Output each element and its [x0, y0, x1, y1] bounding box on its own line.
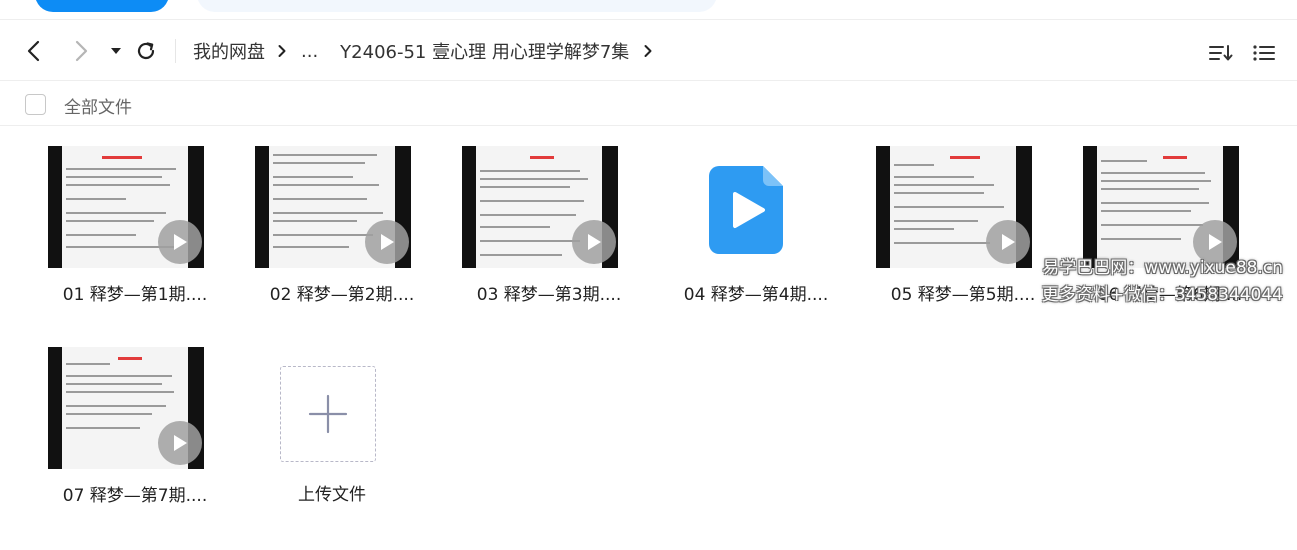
search-input[interactable] [197, 0, 717, 12]
upload-primary-button[interactable] [35, 0, 169, 12]
select-bar: 全部文件 [0, 82, 1297, 126]
file-card-video[interactable]: 02 释梦—第2期.... [247, 126, 437, 306]
breadcrumb-root[interactable]: 我的网盘 [193, 38, 265, 64]
select-all-checkbox[interactable] [25, 94, 46, 115]
play-icon [158, 220, 202, 264]
chevron-right-icon [277, 44, 287, 58]
navigation-bar: 我的网盘 ... Y2406-51 壹心理 用心理学解梦7集 [0, 21, 1297, 81]
file-name: 03 释梦—第3期.... [476, 285, 622, 305]
video-thumbnail [462, 146, 618, 268]
refresh-icon [137, 42, 155, 60]
forward-button[interactable] [67, 37, 95, 65]
watermark-line1: 易学巴巴网：www.yixue88.cn [1042, 258, 1283, 278]
upload-file-card[interactable]: 上传文件 [237, 344, 427, 524]
file-name: 02 释梦—第2期.... [269, 285, 415, 305]
nav-divider [175, 39, 176, 63]
file-name: 04 释梦—第4期.... [683, 285, 829, 305]
file-card-video[interactable]: 07 释梦—第7期.... [40, 327, 230, 507]
video-file-icon [707, 164, 785, 260]
video-thumbnail [48, 146, 204, 268]
play-icon [986, 220, 1030, 264]
list-view-button[interactable] [1251, 41, 1277, 65]
file-grid: 01 释梦—第1期.... 02 释梦—第2期.... 03 释梦—第3期...… [0, 126, 1297, 550]
history-dropdown-button[interactable] [102, 37, 130, 65]
play-icon [572, 220, 616, 264]
sort-icon [1209, 45, 1233, 61]
video-thumbnail [1083, 146, 1239, 268]
sort-button[interactable] [1208, 41, 1234, 65]
file-name: 07 释梦—第7期.... [62, 486, 208, 506]
file-card-video[interactable]: 06 释梦—第6期.... [1075, 126, 1265, 306]
upload-button[interactable] [280, 366, 376, 462]
watermark-line2: 更多资料+微信：3458344044 [1041, 285, 1283, 305]
video-thumbnail [255, 146, 411, 268]
upload-label: 上传文件 [298, 485, 366, 505]
plus-icon [308, 394, 348, 434]
chevron-left-icon [27, 40, 40, 62]
caret-down-icon [111, 48, 121, 54]
file-card-video[interactable]: 03 释梦—第3期.... [454, 126, 644, 306]
chevron-right-icon [643, 44, 653, 58]
breadcrumb-current: Y2406-51 壹心理 用心理学解梦7集 [340, 42, 630, 63]
file-name: 05 释梦—第5期.... [890, 285, 1036, 305]
back-button[interactable] [20, 37, 48, 65]
file-card-video[interactable]: 05 释梦—第5期.... [868, 126, 1058, 306]
refresh-button[interactable] [132, 37, 160, 65]
file-name: 01 释梦—第1期.... [62, 285, 208, 305]
breadcrumb: 我的网盘 ... Y2406-51 壹心理 用心理学解梦7集 [193, 38, 667, 64]
select-all-label: 全部文件 [64, 98, 132, 118]
file-card-video[interactable]: 01 释梦—第1期.... [40, 126, 230, 306]
video-thumbnail [876, 146, 1032, 268]
play-icon [158, 421, 202, 465]
play-icon [365, 220, 409, 264]
chevron-right-icon [75, 40, 88, 62]
video-thumbnail [48, 347, 204, 469]
file-card-video[interactable]: 04 释梦—第4期.... [661, 126, 851, 306]
top-toolbar [0, 0, 1297, 20]
breadcrumb-ellipsis[interactable]: ... [301, 41, 318, 62]
list-view-icon [1253, 45, 1275, 61]
